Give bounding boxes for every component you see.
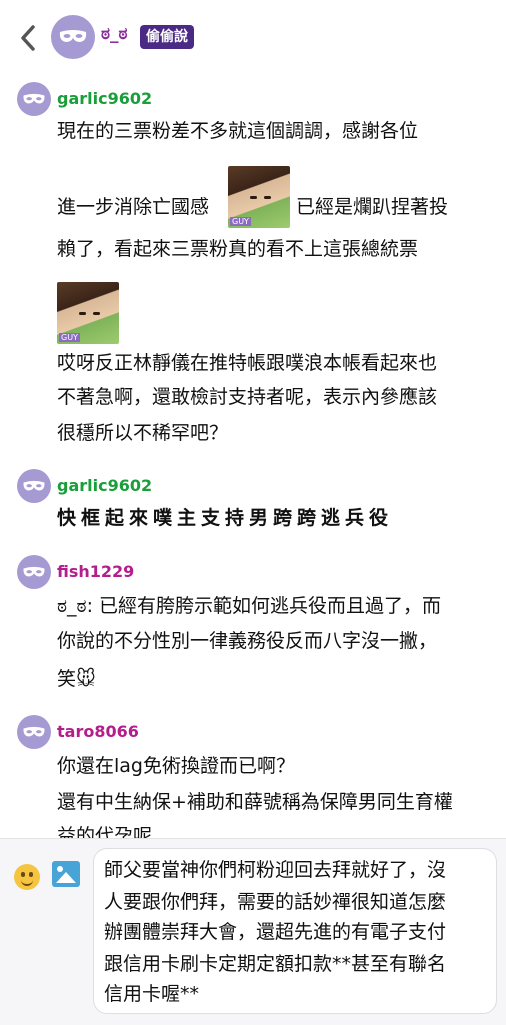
message-line: 你說的不分性別一律義務役反而八字沒一撇， bbox=[57, 630, 438, 652]
message-line: 進一步消除亡國感 bbox=[57, 196, 210, 218]
top-bar: ಠ_ಠ 偷偷說 bbox=[0, 0, 506, 76]
sticker-image[interactable]: GUY bbox=[57, 282, 119, 344]
message-line: 不著急啊，還敢檢討支持者呢，表示內參應該 bbox=[57, 386, 438, 408]
reply-text-line: 人要跟你們拜，需要的話妙禪很知道怎麼 bbox=[104, 891, 447, 913]
sticker-image[interactable]: GUY bbox=[228, 166, 290, 228]
message-line: 已經是爛趴捏著投 bbox=[296, 196, 449, 218]
reply-composer-bar: 師父要當神你們柯粉迎回去拜就好了，沒 人要跟你們拜，需要的話妙禪很知道怎麼 辦團… bbox=[0, 838, 506, 1025]
reply-input[interactable]: 師父要當神你們柯粉迎回去拜就好了，沒 人要跟你們拜，需要的話妙禪很知道怎麼 辦團… bbox=[93, 848, 497, 1014]
reply-text-line: 信用卡喔** bbox=[104, 983, 200, 1005]
username[interactable]: garlic9602 bbox=[57, 476, 152, 495]
message-line: 很穩所以不稀罕吧？ bbox=[57, 422, 229, 444]
mask-avatar-icon[interactable] bbox=[17, 82, 51, 116]
mask-avatar-icon[interactable] bbox=[17, 715, 51, 749]
message-line: 笑🐭 bbox=[57, 668, 96, 690]
mask-avatar-icon[interactable] bbox=[51, 15, 95, 59]
username[interactable]: fish1229 bbox=[57, 562, 134, 581]
message-line: ಠ_ಠ: 已經有胯胯示範如何逃兵役而且過了，而 bbox=[57, 595, 442, 617]
image-upload-icon[interactable] bbox=[52, 861, 80, 887]
message-line: 快框起來噗主支持男跨跨逃兵役 bbox=[57, 507, 394, 529]
username[interactable]: garlic9602 bbox=[57, 89, 152, 108]
message-line: 賴了，看起來三票粉真的看不上這張總統票 bbox=[57, 238, 419, 260]
anonymous-badge: 偷偷說 bbox=[140, 25, 194, 49]
message-line: 哎呀反正林靜儀在推特帳跟噗浪本帳看起來也 bbox=[57, 352, 438, 374]
reply-text-line: 辦團體崇拜大會，還超先進的有電子支付 bbox=[104, 921, 447, 943]
back-arrow-icon[interactable] bbox=[12, 22, 44, 54]
reply-text-line: 跟信用卡刷卡定期定額扣款**甚至有聯名 bbox=[104, 953, 447, 975]
message-line: 你還在lag免術換證而已啊？ bbox=[57, 755, 295, 777]
username[interactable]: taro8066 bbox=[57, 722, 139, 741]
message-line: 現在的三票粉差不多就這個調調，感謝各位 bbox=[57, 120, 419, 142]
header-username: ಠ_ಠ bbox=[101, 24, 128, 44]
reply-text-line: 師父要當神你們柯粉迎回去拜就好了，沒 bbox=[104, 859, 447, 881]
message-line: 還有中生納保+補助和薛號稱為保障男同生育權 bbox=[57, 791, 453, 813]
emoji-icon[interactable] bbox=[14, 864, 40, 890]
mask-avatar-icon[interactable] bbox=[17, 555, 51, 589]
mask-avatar-icon[interactable] bbox=[17, 469, 51, 503]
